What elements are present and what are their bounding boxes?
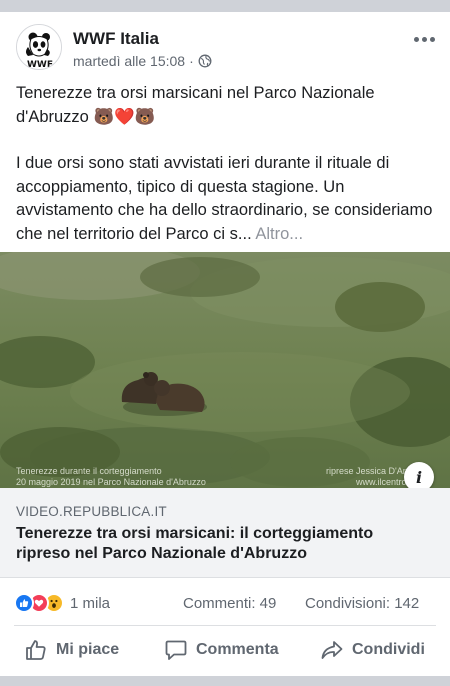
page-name[interactable]: WWF Italia (73, 29, 159, 49)
comments-count[interactable]: Commenti: 49 (183, 595, 276, 612)
post-header: WWF WWF Italia martedì alle 15:08 · (0, 12, 450, 80)
bottom-separator (0, 676, 450, 686)
link-preview-image[interactable]: Tenerezze durante il corteggiamento 20 m… (0, 252, 450, 488)
post-timestamp[interactable]: martedì alle 15:08 (73, 53, 185, 69)
top-separator (0, 0, 450, 12)
see-more-link[interactable]: Altro... (255, 225, 303, 243)
bears-in-meadow-photo: Tenerezze durante il corteggiamento 20 m… (0, 252, 450, 488)
link-title: Tenerezze tra orsi marsicani: il cortegg… (16, 525, 374, 562)
post-stats: 1 mila Commenti: 49 Condivisioni: 142 (0, 588, 450, 618)
share-label: Condividi (352, 641, 425, 658)
comment-icon (165, 640, 187, 660)
video-caption-left-2: 20 maggio 2019 nel Parco Nazionale d'Abr… (16, 477, 206, 487)
video-caption-left-1: Tenerezze durante il corteggiamento (16, 466, 162, 476)
thumbs-up-icon (26, 640, 46, 660)
reactions-summary[interactable]: 1 mila (14, 593, 110, 613)
share-icon (321, 641, 343, 659)
link-domain: VIDEO.REPUBBLICA.IT (16, 504, 167, 519)
like-label: Mi piace (56, 641, 120, 658)
info-icon[interactable]: i (404, 462, 434, 488)
like-reaction-icon (14, 593, 34, 613)
post-card: WWF WWF Italia martedì alle 15:08 · Tene… (0, 12, 450, 676)
shares-count[interactable]: Condivisioni: 142 (305, 595, 419, 612)
post-meta: martedì alle 15:08 · (73, 53, 212, 69)
reactions-count: 1 mila (70, 594, 111, 612)
globe-icon (198, 54, 212, 68)
post-body: I due orsi sono stati avvistati ieri dur… (16, 152, 436, 246)
wwf-logo: WWF (17, 25, 61, 70)
post-body-text: I due orsi sono stati avvistati ieri dur… (16, 154, 433, 243)
post-text: Tenerezze tra orsi marsicani nel Parco N… (16, 82, 436, 269)
post-actions: Mi piace Commenta Condividi (0, 626, 450, 676)
link-preview[interactable]: VIDEO.REPUBBLICA.IT Tenerezze tra orsi m… (0, 488, 450, 578)
post-headline: Tenerezze tra orsi marsicani nel Parco N… (16, 84, 375, 126)
more-icon[interactable] (414, 32, 436, 46)
comment-button[interactable]: Commenta (164, 638, 279, 662)
comment-label: Commenta (196, 641, 279, 658)
svg-text:WWF: WWF (27, 60, 53, 70)
meta-separator: · (189, 53, 194, 69)
share-button[interactable]: Condividi (320, 638, 425, 662)
page-avatar[interactable]: WWF (16, 24, 62, 70)
like-button[interactable]: Mi piace (24, 638, 119, 662)
